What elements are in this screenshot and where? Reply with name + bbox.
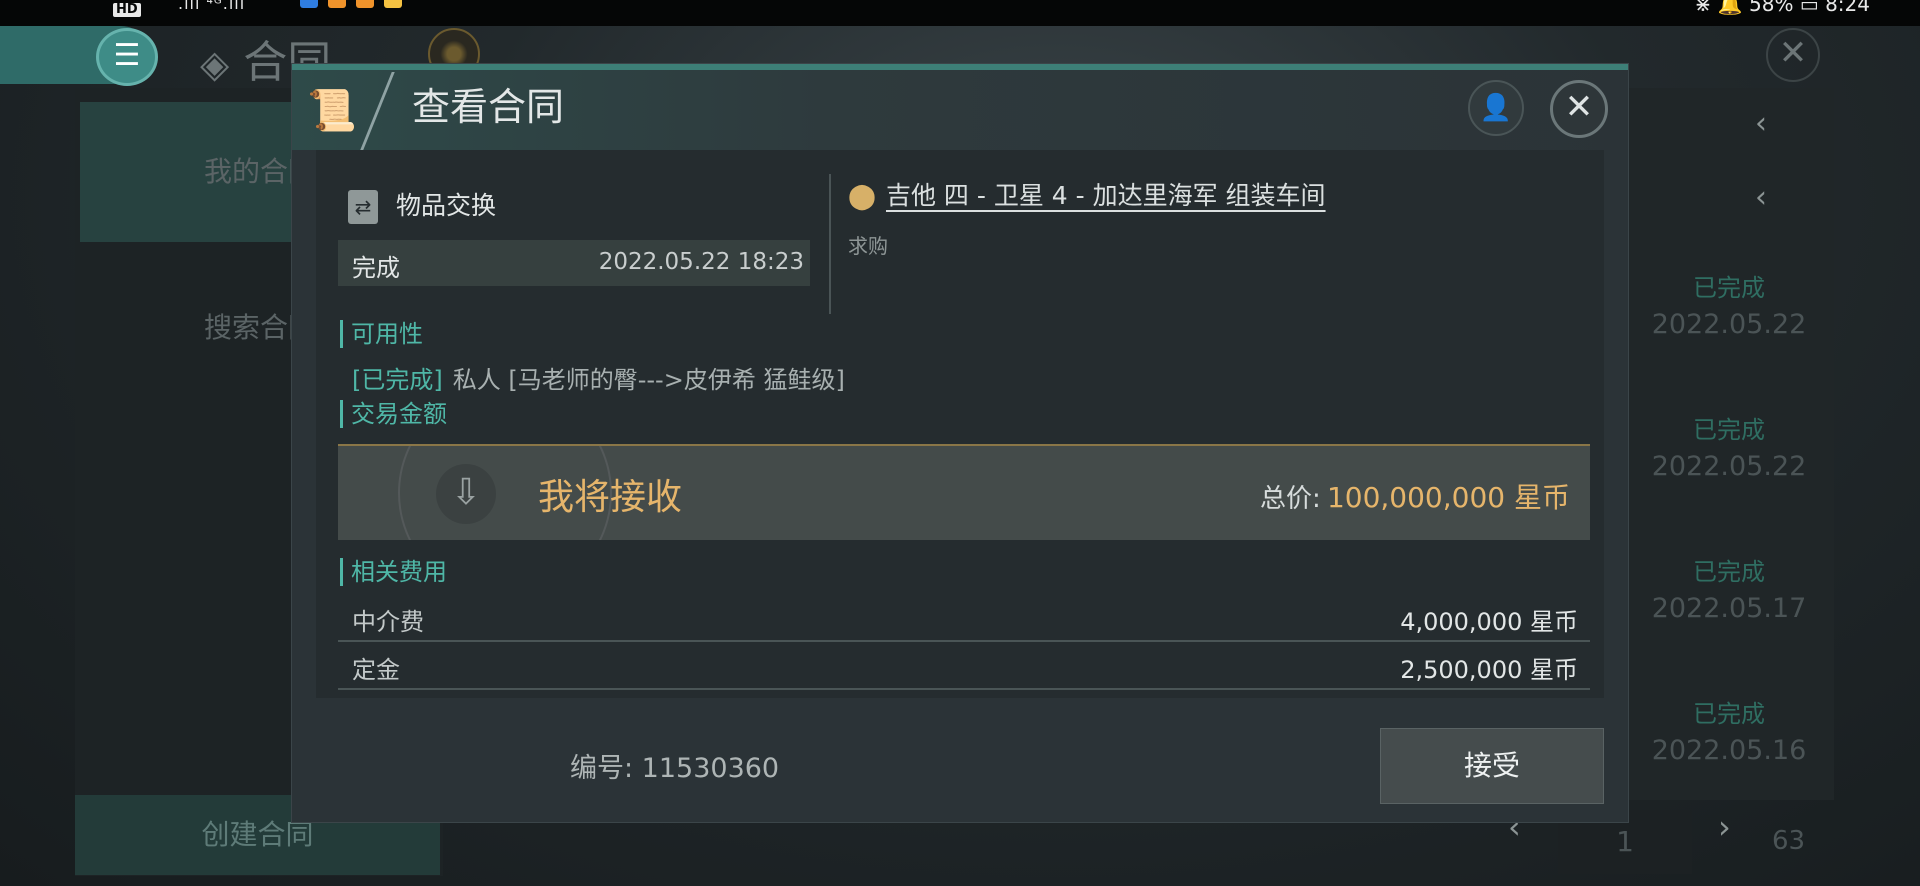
app-notification-icon	[384, 0, 403, 8]
contract-cube-icon: ◈	[200, 42, 230, 86]
availability-detail: 私人 [马老师的臀--->皮伊希 猛鲑级]	[452, 366, 845, 394]
list-item[interactable]: 已完成 2022.05.22	[1620, 410, 1838, 482]
app-notification-icon	[300, 0, 318, 8]
total-price-label: 总价:	[1260, 484, 1321, 514]
fee-row-broker: 中介费 4,000,000 星币	[338, 594, 1590, 642]
app-notification-icon	[328, 0, 347, 8]
fee-row-deposit: 定金 2,500,000 星币	[338, 642, 1590, 690]
app-notification-icon	[356, 0, 375, 8]
total-pages: 63	[1772, 826, 1806, 856]
dialog-close-button[interactable]: ✕	[1550, 80, 1608, 138]
item-exchange-icon: ⇄	[348, 190, 378, 224]
person-icon: 👤	[1479, 93, 1513, 123]
close-icon: ✕	[1564, 87, 1594, 127]
notification-icons	[300, 0, 407, 13]
availability-row: [已完成] 私人 [马老师的臀--->皮伊希 猛鲑级]	[352, 360, 845, 395]
chevron-left-icon[interactable]: ‹	[1755, 180, 1785, 215]
fees-heading: 相关费用	[340, 558, 447, 586]
availability-status: [已完成]	[352, 366, 443, 394]
location-link[interactable]: ⬤ 吉他 四 - 卫星 4 - 加达里海军 组装车间	[848, 176, 1326, 212]
contract-status-box: 完成 2022.05.22 18:23	[338, 240, 810, 286]
issuer-profile-button[interactable]: 👤	[1468, 80, 1524, 136]
contract-scroll-icon: 📜	[307, 88, 357, 134]
contract-type: ⇄ 物品交换	[348, 186, 496, 224]
contract-datetime: 2022.05.22 18:23	[598, 249, 804, 275]
list-item[interactable]: 已完成 2022.05.17	[1620, 552, 1838, 624]
dialog-title: 查看合同	[412, 85, 565, 129]
location-pin-icon: ⬤	[848, 181, 876, 210]
close-icon: ✕	[1778, 33, 1808, 73]
status-bar: HD .ıll ⁴ᴳ.ıll ⋇ 🔔 58% ▭ 8:24	[0, 0, 1920, 26]
list-item[interactable]: 已完成 2022.05.16	[1620, 694, 1838, 766]
signal-indicator: .ıll ⁴ᴳ.ıll	[178, 0, 246, 13]
background-close-button[interactable]: ✕	[1766, 28, 1820, 82]
chevron-left-icon[interactable]: ‹	[1755, 106, 1785, 141]
divider	[829, 174, 831, 314]
location-note: 求购	[848, 234, 888, 258]
list-item[interactable]: 已完成 2022.05.22	[1620, 268, 1838, 340]
menu-button[interactable]: ☰	[96, 28, 158, 86]
system-status: ⋇ 🔔 58% ▭ 8:24	[1694, 0, 1870, 16]
contract-number: 编号: 11530360	[570, 753, 780, 784]
amount-heading: 交易金额	[340, 400, 447, 428]
availability-heading: 可用性	[340, 320, 423, 348]
hamburger-icon: ☰	[113, 38, 141, 73]
receive-label: 我将接收	[538, 477, 683, 518]
cart-download-icon: ⇩	[436, 464, 496, 524]
receive-total-bar: ⇩ 我将接收 总价: 100,000,000 星币	[338, 444, 1590, 540]
total-price-value: 100,000,000 星币	[1326, 481, 1570, 514]
contract-status: 完成	[352, 254, 400, 282]
hd-badge: HD	[113, 3, 141, 17]
accept-button[interactable]: 接受	[1380, 728, 1604, 804]
next-page-icon[interactable]: ›	[1718, 808, 1731, 846]
